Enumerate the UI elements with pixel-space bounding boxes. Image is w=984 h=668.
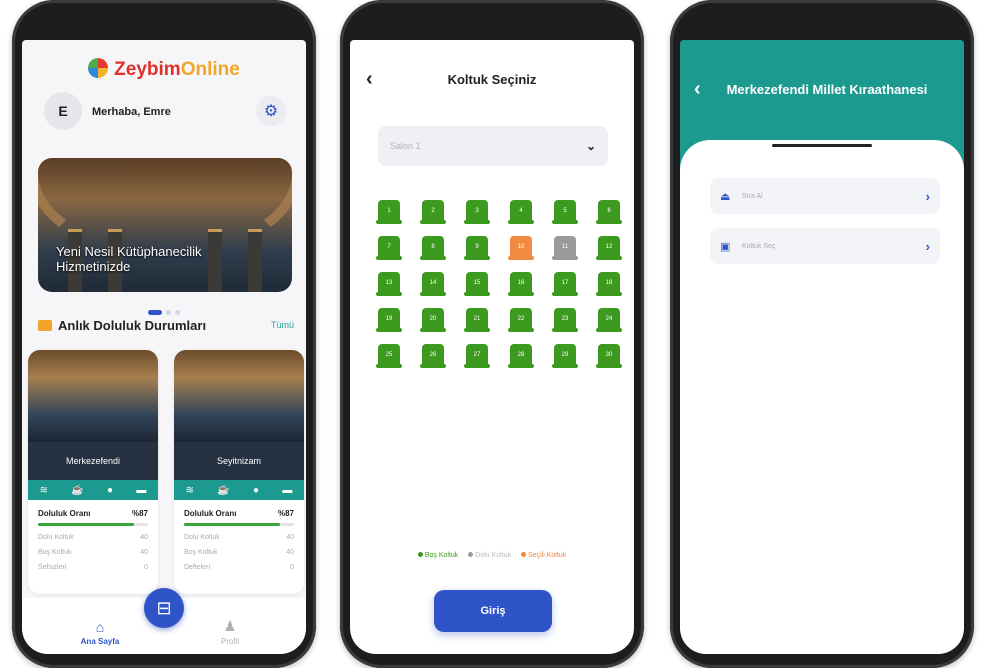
- seat-8[interactable]: 8: [420, 236, 446, 260]
- occupancy-bar: [38, 523, 148, 526]
- seat-12[interactable]: 12: [596, 236, 622, 260]
- food-icon: ●: [107, 484, 114, 496]
- page-title: Koltuk Seçiniz: [447, 72, 537, 87]
- wifi-icon: ≋: [39, 484, 49, 496]
- section-title: Anlık Doluluk Durumları: [38, 318, 206, 333]
- seat-5[interactable]: 5: [552, 200, 578, 224]
- phone-home: ZeybimOnline E Merhaba, Emre ⚙ Yeni Nesi…: [12, 0, 316, 668]
- seat-21[interactable]: 21: [464, 308, 490, 332]
- home-icon: ⌂: [95, 619, 105, 635]
- seat-27[interactable]: 27: [464, 344, 490, 368]
- sheet-handle[interactable]: [772, 144, 872, 147]
- see-all-link[interactable]: Tümü: [271, 320, 294, 330]
- seat-17[interactable]: 17: [552, 272, 578, 296]
- seat-10[interactable]: 10: [508, 236, 534, 260]
- library-card[interactable]: Seyitnizam ≋ ☕ ● ▬ Doluluk Oranı %87 Dolu Ko…: [174, 350, 304, 594]
- seat-legend: Boş Koltuk Dolu Koltuk Seçili Koltuk: [350, 552, 634, 559]
- wifi-icon: ≋: [185, 484, 195, 496]
- seat-screen: ‹ Koltuk Seçiniz Salon 1 ⌄ 1 2 3 4 5 6 7 8 9 10 11…: [350, 40, 634, 654]
- tab-profile[interactable]: ♟ Profil: [200, 618, 260, 646]
- seat-2[interactable]: 2: [420, 200, 446, 224]
- tab-home[interactable]: ⌂ Ana Sayfa: [70, 619, 130, 646]
- seat-grid: 1 2 3 4 5 6 7 8 9 10 11 12 13 14 15 16 17 18 19 20 21 22 23 24 2…: [376, 200, 622, 368]
- home-screen: ZeybimOnline E Merhaba, Emre ⚙ Yeni Nesi…: [22, 40, 306, 654]
- card-icon: ▬: [282, 484, 293, 496]
- seat-25[interactable]: 25: [376, 344, 402, 368]
- page-title: Merkezefendi Millet Kıraathanesi: [726, 82, 928, 97]
- menu-item-seat[interactable]: ▣ Koltuk Seç ›: [710, 228, 940, 264]
- tea-icon: ☕: [217, 484, 230, 496]
- seat-16[interactable]: 16: [508, 272, 534, 296]
- avatar[interactable]: E: [44, 92, 82, 130]
- seat-11[interactable]: 11: [552, 236, 578, 260]
- amenity-icons: ≋ ☕ ● ▬: [174, 480, 304, 500]
- bottom-sheet: ⏏ Sıra Al › ▣ Koltuk Seç ›: [680, 140, 964, 654]
- food-icon: ●: [253, 484, 260, 496]
- banner-text: Yeni Nesil Kütüphanecilik Hizmetinizde: [56, 244, 202, 274]
- chevron-right-icon: ›: [925, 238, 930, 254]
- chevron-down-icon: ⌄: [585, 139, 596, 153]
- seat-4[interactable]: 4: [508, 200, 534, 224]
- seat-9[interactable]: 9: [464, 236, 490, 260]
- seat-14[interactable]: 14: [420, 272, 446, 296]
- qr-scan-icon: ⊟: [156, 597, 172, 618]
- seat-1[interactable]: 1: [376, 200, 402, 224]
- detail-screen: ‹ Merkezefendi Millet Kıraathanesi ⏏ Sır…: [680, 40, 964, 654]
- seat-7[interactable]: 7: [376, 236, 402, 260]
- seat-3[interactable]: 3: [464, 200, 490, 224]
- seat-13[interactable]: 13: [376, 272, 402, 296]
- seat-23[interactable]: 23: [552, 308, 578, 332]
- library-name: Seyitnizam: [174, 442, 304, 480]
- phone-seat-select: ‹ Koltuk Seçiniz Salon 1 ⌄ 1 2 3 4 5 6 7 8 9 10 11…: [340, 0, 644, 668]
- amenity-icons: ≋ ☕ ● ▬: [28, 480, 158, 500]
- library-name: Merkezefendi: [28, 442, 158, 480]
- card-icon: ▬: [136, 484, 147, 496]
- seat-19[interactable]: 19: [376, 308, 402, 332]
- back-chevron-icon[interactable]: ‹: [694, 78, 701, 101]
- logo-icon: [88, 58, 109, 78]
- seat-26[interactable]: 26: [420, 344, 446, 368]
- library-photo: [174, 350, 304, 442]
- enter-button[interactable]: Giriş: [434, 590, 552, 632]
- settings-gear-icon[interactable]: ⚙: [256, 96, 286, 126]
- seat-20[interactable]: 20: [420, 308, 446, 332]
- seat-28[interactable]: 28: [508, 344, 534, 368]
- seat-6[interactable]: 6: [596, 200, 622, 224]
- phone-library-detail: ‹ Merkezefendi Millet Kıraathanesi ⏏ Sır…: [670, 0, 974, 668]
- library-photo: [28, 350, 158, 442]
- library-card[interactable]: Merkezefendi ≋ ☕ ● ▬ Doluluk Oranı %87 Dolu …: [28, 350, 158, 594]
- occupancy-bar: [184, 523, 294, 526]
- seat-24[interactable]: 24: [596, 308, 622, 332]
- greeting-text: Merhaba, Emre: [92, 106, 171, 118]
- building-icon: [38, 320, 52, 331]
- scan-button[interactable]: ⊟: [144, 588, 184, 628]
- chevron-right-icon: ›: [925, 188, 930, 204]
- seat-29[interactable]: 29: [552, 344, 578, 368]
- seat-30[interactable]: 30: [596, 344, 622, 368]
- hero-banner[interactable]: Yeni Nesil Kütüphanecilik Hizmetinizde: [38, 158, 292, 292]
- seat-22[interactable]: 22: [508, 308, 534, 332]
- app-logo: ZeybimOnline: [22, 58, 306, 81]
- seat-18[interactable]: 18: [596, 272, 622, 296]
- hall-select[interactable]: Salon 1 ⌄: [378, 126, 608, 166]
- seat-icon: ▣: [720, 240, 731, 253]
- queue-icon: ⏏: [720, 190, 731, 203]
- bottom-tab-bar: ⌂ Ana Sayfa ⊟ ♟ Profil: [22, 588, 306, 654]
- user-icon: ♟: [223, 618, 237, 634]
- tea-icon: ☕: [71, 484, 84, 496]
- seat-15[interactable]: 15: [464, 272, 490, 296]
- menu-item-queue[interactable]: ⏏ Sıra Al ›: [710, 178, 940, 214]
